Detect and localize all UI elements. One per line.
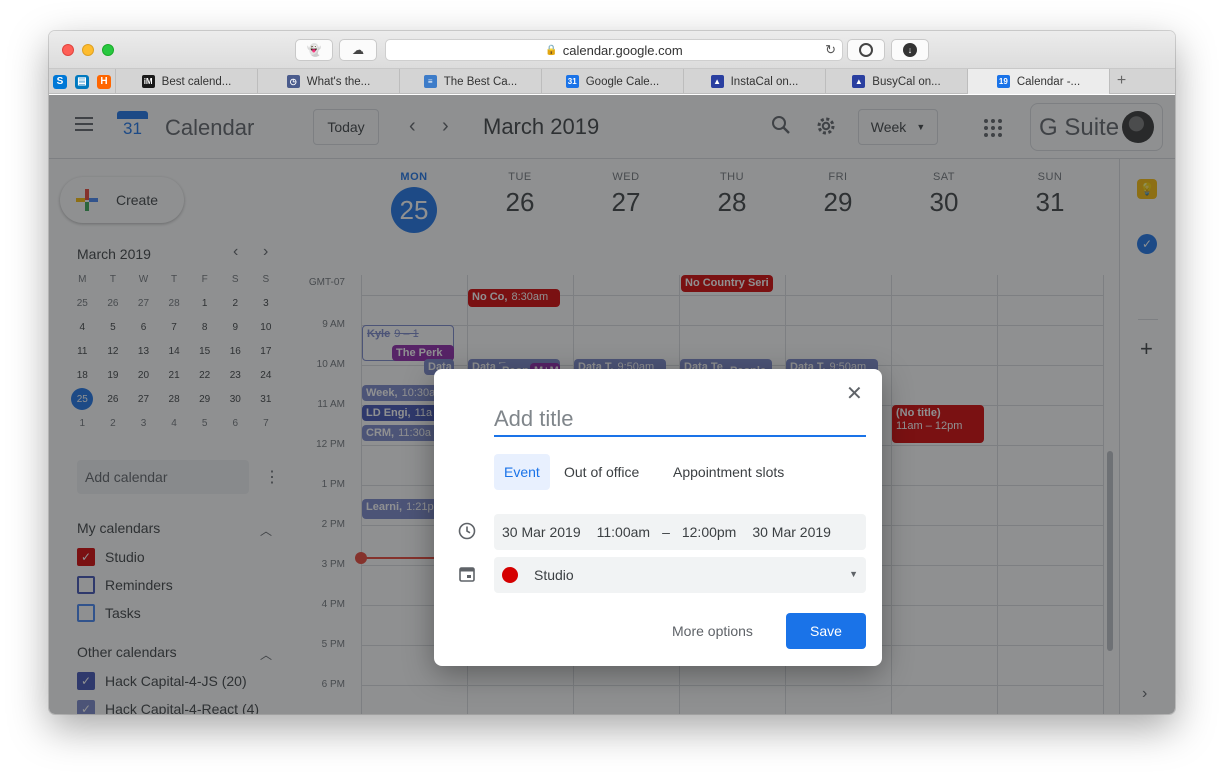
tab-appointment-slots[interactable]: Appointment slots bbox=[663, 454, 794, 490]
instacal-icon: ▲ bbox=[710, 75, 724, 88]
pinned-tab[interactable]: S bbox=[49, 69, 71, 94]
calendar-icon bbox=[458, 565, 476, 588]
tab-label: What's the... bbox=[306, 75, 371, 88]
browser-tab[interactable]: ◷ What's the... bbox=[257, 69, 399, 94]
start-date[interactable]: 30 Mar 2019 bbox=[502, 524, 581, 540]
tab-label: BusyCal on... bbox=[872, 75, 941, 88]
browser-tab[interactable]: 19 Calendar -... bbox=[967, 69, 1109, 94]
calendar-name: Studio bbox=[534, 567, 574, 583]
calendar-icon: 31 bbox=[565, 75, 579, 88]
hacker-icon: H bbox=[97, 74, 111, 89]
ghostery-extension-button[interactable]: 👻 bbox=[295, 39, 333, 61]
download-icon: ↓ bbox=[903, 43, 917, 57]
browser-tab[interactable]: ▲ BusyCal on... bbox=[825, 69, 967, 94]
pinned-tab[interactable]: ▤ bbox=[71, 69, 93, 94]
chevron-down-icon: ▼ bbox=[849, 569, 858, 579]
browser-tab[interactable]: 31 Google Cale... bbox=[541, 69, 683, 94]
busycal-icon: ▲ bbox=[852, 75, 866, 88]
clock-icon: ◷ bbox=[286, 75, 300, 88]
calendar-select[interactable]: Studio ▼ bbox=[494, 557, 866, 593]
url-text: calendar.google.com bbox=[562, 42, 683, 58]
tab-label: Best calend... bbox=[161, 75, 232, 88]
ghost-icon: 👻 bbox=[306, 43, 322, 57]
tab-event[interactable]: Event bbox=[494, 454, 550, 490]
icloud-tabs-button[interactable]: ☁ bbox=[339, 39, 377, 61]
start-time[interactable]: 11:00am bbox=[597, 524, 650, 540]
tab-bar: S ▤ HiM Best calend... ◷ What's the... ≡ The Be… bbox=[49, 69, 1175, 94]
browser-tab[interactable]: ▲ InstaCal on... bbox=[683, 69, 825, 94]
address-bar[interactable]: 🔒 calendar.google.com ↻ bbox=[385, 39, 843, 61]
calendar-color-dot bbox=[502, 567, 518, 583]
tab-out-of-office[interactable]: Out of office bbox=[554, 454, 649, 490]
zoom-window-button[interactable] bbox=[102, 44, 114, 56]
skype-icon: S bbox=[53, 74, 67, 89]
reload-icon[interactable]: ↻ bbox=[825, 42, 836, 58]
trello-icon: ▤ bbox=[75, 74, 89, 89]
lock-icon: 🔒 bbox=[545, 44, 558, 56]
more-options-button[interactable]: More options bbox=[672, 623, 753, 639]
close-window-button[interactable] bbox=[62, 44, 74, 56]
tab-label: Google Cale... bbox=[585, 75, 660, 88]
date-time-row: 30 Mar 2019 11:00am – 12:00pm 30 Mar 201… bbox=[494, 514, 866, 550]
pinned-tab[interactable]: H bbox=[93, 69, 115, 94]
tab-label: The Best Ca... bbox=[443, 75, 518, 88]
save-button[interactable]: Save bbox=[786, 613, 866, 649]
calendar-icon: 19 bbox=[996, 75, 1010, 88]
tab-label: Calendar -... bbox=[1016, 75, 1081, 88]
browser-tab[interactable]: ≡ The Best Ca... bbox=[399, 69, 541, 94]
cloud-icon: ☁ bbox=[352, 43, 364, 57]
minimize-window-button[interactable] bbox=[82, 44, 94, 56]
new-tab-icon[interactable]: + bbox=[1109, 69, 1133, 93]
onepassword-icon bbox=[859, 43, 873, 57]
browser-tab[interactable]: iM Best calend... bbox=[115, 69, 257, 94]
onepassword-extension-button[interactable] bbox=[847, 39, 885, 61]
calendar-page: 31 Calendar Today ‹ › March 2019 Week ▼ … bbox=[49, 95, 1175, 714]
zapier-icon: ≡ bbox=[423, 75, 437, 88]
end-date[interactable]: 30 Mar 2019 bbox=[752, 524, 831, 540]
quick-event-dialog: ✕ Event Out of office Appointment slots … bbox=[434, 369, 882, 666]
downloads-button[interactable]: ↓ bbox=[891, 39, 929, 61]
browser-window: 👻 ☁ 🔒 calendar.google.com ↻ ↓ S ▤ HiM Best … bbox=[49, 31, 1175, 714]
clock-icon bbox=[458, 522, 476, 545]
time-range-dash: – bbox=[662, 524, 670, 540]
tab-label: InstaCal on... bbox=[730, 75, 799, 88]
event-title-input[interactable] bbox=[494, 403, 866, 437]
im-icon: iM bbox=[141, 75, 155, 88]
browser-toolbar: 👻 ☁ 🔒 calendar.google.com ↻ ↓ bbox=[49, 31, 1175, 69]
end-time[interactable]: 12:00pm bbox=[682, 524, 736, 540]
